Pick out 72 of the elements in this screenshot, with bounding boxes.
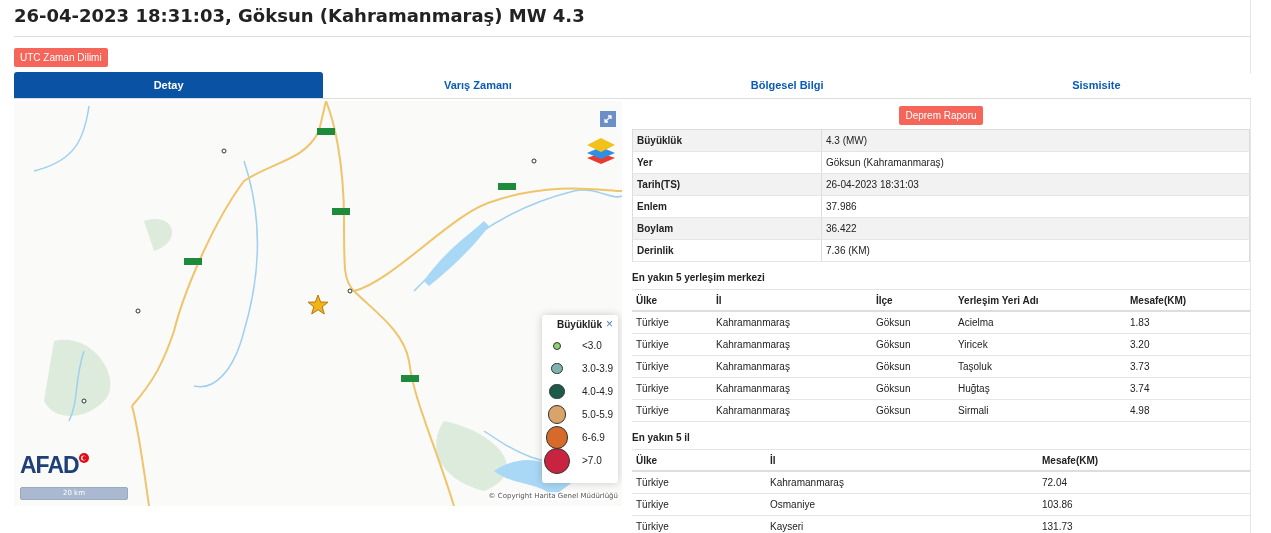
table-cell: Göksun [872, 333, 954, 356]
column-header: Ülke [632, 289, 712, 311]
detail-label: Yer [632, 151, 822, 174]
table-cell: Huğtaş [954, 377, 1126, 400]
detail-value: 37.986 [821, 195, 1250, 218]
table-cell: Göksun [872, 399, 954, 422]
table-cell: Taşoluk [954, 355, 1126, 378]
table-cell: Türkiye [632, 399, 712, 422]
legend-title: Büyüklük [557, 318, 602, 330]
table-cell: Acielma [954, 311, 1126, 334]
section-title: En yakın 5 il [632, 431, 691, 445]
table-cell: 131.73 [1038, 515, 1250, 533]
table-cell: Kahramanmaraş [766, 471, 1038, 494]
table-cell: Türkiye [632, 493, 766, 516]
table-cell: Kahramanmaraş [712, 377, 872, 400]
table-cell: Kahramanmaraş [712, 333, 872, 356]
table-cell: Türkiye [632, 377, 712, 400]
detail-label: Tarih(TS) [632, 173, 822, 196]
table-cell: 3.73 [1126, 355, 1250, 378]
legend-label: >7.0 [581, 455, 603, 466]
table-cell: Türkiye [632, 471, 766, 494]
legend-label: 3.0-3.9 [581, 363, 615, 374]
column-header: Mesafe(KM) [1038, 449, 1250, 471]
table-cell: Yiricek [954, 333, 1126, 356]
section-title: En yakın 5 yerleşim merkezi [632, 271, 766, 285]
table-cell: Göksun [872, 355, 954, 378]
layers-icon[interactable] [586, 135, 616, 165]
star-icon [307, 294, 329, 316]
column-header: İlçe [872, 289, 954, 311]
table-cell: 1.83 [1126, 311, 1250, 334]
column-header: Yerleşim Yeri Adı [954, 289, 1126, 311]
column-header: İl [712, 289, 872, 311]
legend-label: 4.0-4.9 [581, 386, 615, 397]
table-cell: Göksun [872, 311, 954, 334]
table-cell: Göksun [872, 377, 954, 400]
table-cell: Türkiye [632, 333, 712, 356]
column-header: Mesafe(KM) [1126, 289, 1250, 311]
legend-label: <3.0 [581, 340, 603, 351]
close-button[interactable]: × [604, 318, 615, 330]
table-cell: 3.20 [1126, 333, 1250, 356]
table-cell: Kayseri [766, 515, 1038, 533]
table-cell: 103.86 [1038, 493, 1250, 516]
detail-label: Enlem [632, 195, 822, 218]
detail-value: 26-04-2023 18:31:03 [821, 173, 1250, 196]
table-cell: Sirmali [954, 399, 1126, 422]
afad-logo: AFAD [20, 453, 79, 477]
table-cell: Kahramanmaraş [712, 399, 872, 422]
column-header: İl [766, 449, 1038, 471]
column-header: Ülke [632, 449, 766, 471]
expand-icon [603, 114, 613, 124]
table-cell: Osmaniye [766, 493, 1038, 516]
table-cell: 3.74 [1126, 377, 1250, 400]
detail-value: 4.3 (MW) [821, 129, 1250, 152]
table-cell: Türkiye [632, 355, 712, 378]
detail-value: 36.422 [821, 217, 1250, 240]
page-title: 26-04-2023 18:31:03, Göksun (Kahramanmaraş) MW 4.3 [14, 4, 586, 28]
detail-label: Derinlik [632, 239, 822, 262]
legend-label: 5.0-5.9 [581, 409, 615, 420]
expand-button[interactable] [600, 111, 616, 127]
detail-label: Büyüklük [632, 129, 822, 152]
table-cell: Kahramanmaraş [712, 311, 872, 334]
detail-value: 7.36 (KM) [821, 239, 1250, 262]
detail-label: Boylam [632, 217, 822, 240]
legend-label: 6-6.9 [581, 432, 606, 443]
table-cell: Türkiye [632, 515, 766, 533]
table-cell: Kahramanmaraş [712, 355, 872, 378]
table-cell: 72.04 [1038, 471, 1250, 494]
detail-value: Göksun (Kahramanmaraş) [821, 151, 1250, 174]
flag-icon [78, 453, 89, 463]
tab[interactable]: Detay [14, 72, 324, 98]
table-cell: Türkiye [632, 311, 712, 334]
table-cell: 4.98 [1126, 399, 1250, 422]
